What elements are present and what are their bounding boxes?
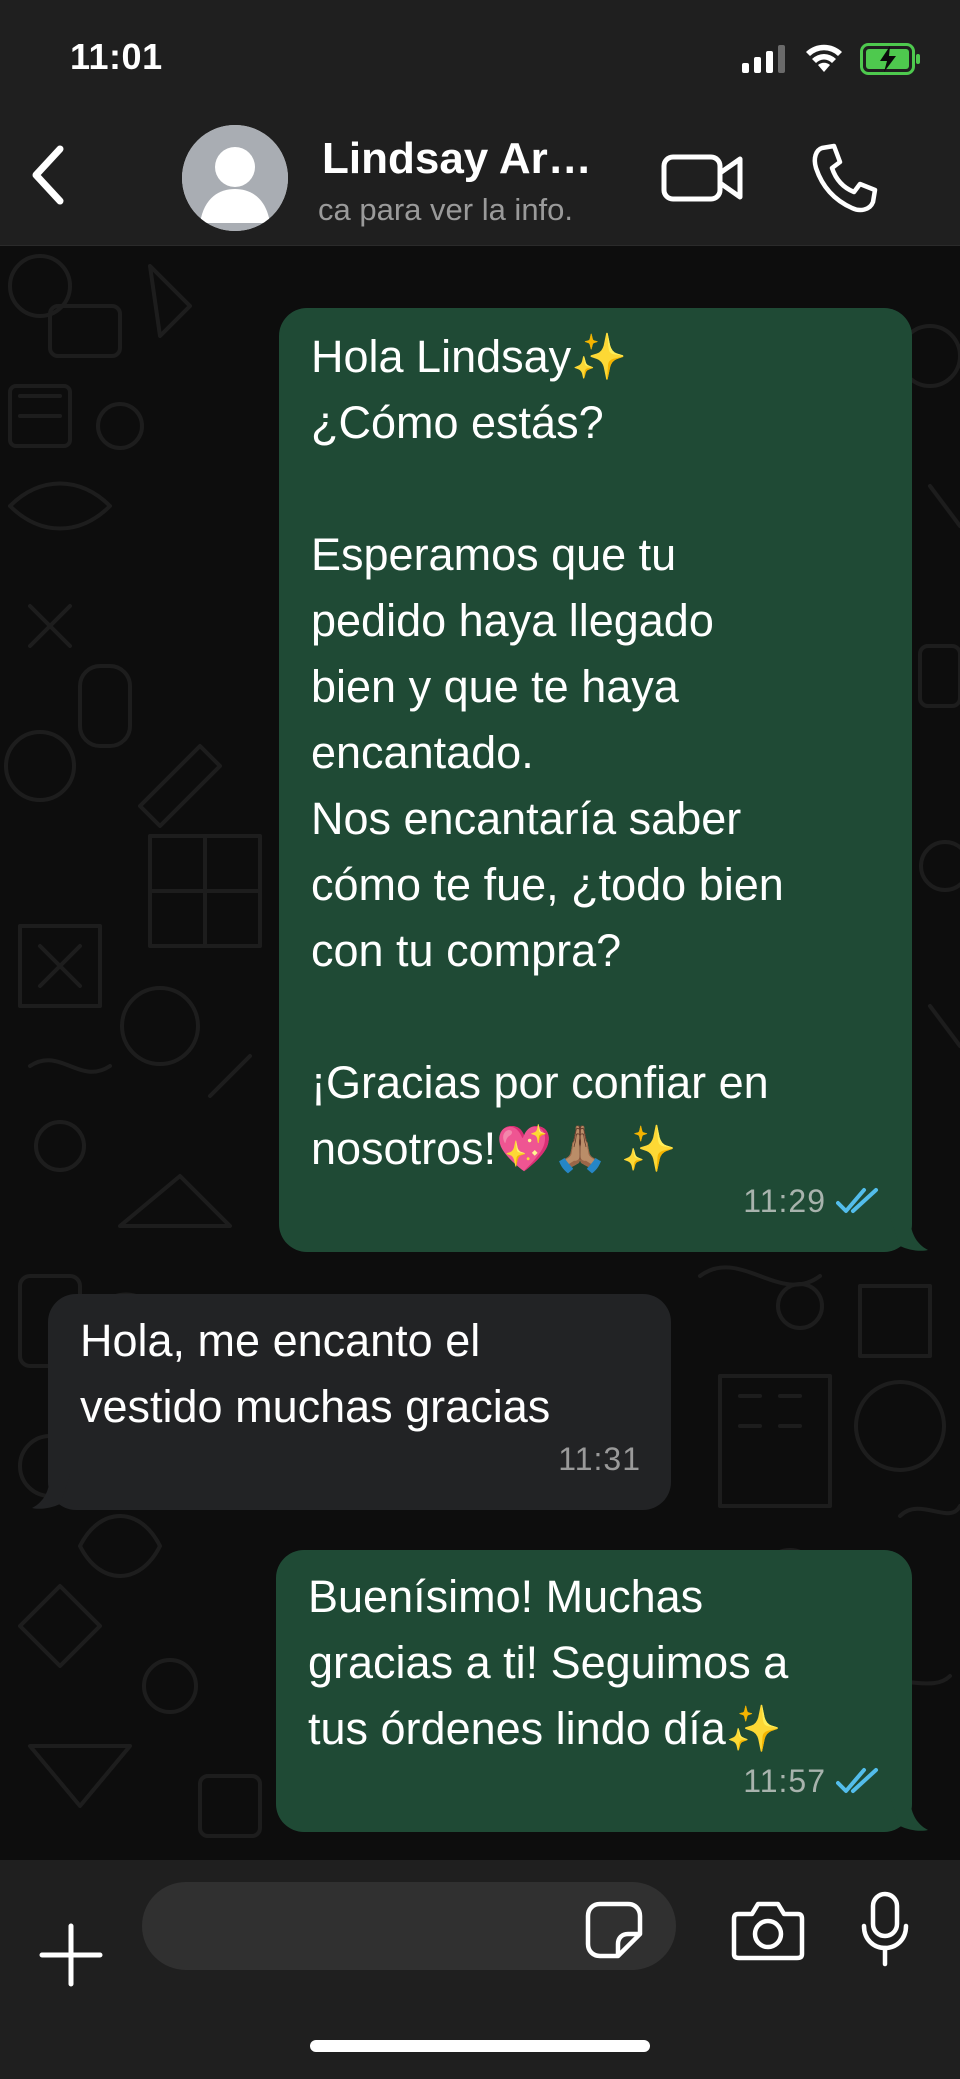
voice-message-button[interactable]	[860, 1890, 910, 1970]
status-time: 11:01	[70, 36, 163, 77]
message-time: 11:31	[558, 1441, 641, 1477]
avatar[interactable]	[182, 125, 288, 231]
message-time: 11:57	[743, 1763, 826, 1799]
microphone-icon	[861, 1891, 909, 1967]
status-icons	[742, 42, 922, 76]
wifi-icon	[806, 44, 842, 72]
message-text: Hola, me encanto el vestido muchas graci…	[80, 1315, 551, 1432]
attach-button[interactable]	[38, 1922, 104, 1988]
double-check-read-icon	[836, 1188, 878, 1213]
sticker-button[interactable]	[584, 1900, 644, 1960]
bubble-tail	[890, 1796, 928, 1831]
voice-call-button[interactable]	[808, 140, 880, 216]
chat-header: 11:01 Lindsay Ar… ca para ver la info.	[0, 0, 960, 246]
battery-charging-icon	[860, 43, 920, 75]
message-meta: 11:57	[743, 1748, 882, 1814]
message-bubble-incoming[interactable]: Hola, me encanto el vestido muchas graci…	[48, 1294, 671, 1510]
bubble-tail	[890, 1216, 928, 1251]
status-bar: 11:01	[0, 0, 960, 110]
default-user-icon	[182, 125, 288, 231]
chat-area[interactable]: Hola Lindsay✨ ¿Cómo estás? Esperamos que…	[0, 246, 960, 1860]
contact-info-hint[interactable]: ca para ver la info.	[318, 192, 638, 228]
chevron-left-icon	[32, 145, 64, 205]
message-text: Buenísimo! Muchas gracias a ti! Seguimos…	[308, 1571, 789, 1754]
video-call-button[interactable]	[660, 145, 746, 211]
plus-icon	[39, 1923, 103, 1987]
message-bubble-outgoing[interactable]: Buenísimo! Muchas gracias a ti! Seguimos…	[276, 1550, 912, 1832]
contact-name[interactable]: Lindsay Ar…	[322, 134, 632, 184]
sticker-icon	[585, 1901, 643, 1959]
message-text: Hola Lindsay✨ ¿Cómo estás? Esperamos que…	[311, 331, 784, 1174]
home-indicator[interactable]	[310, 2040, 650, 2052]
video-camera-icon	[661, 154, 743, 202]
phone-icon	[812, 143, 878, 213]
message-time: 11:29	[743, 1183, 826, 1219]
back-button[interactable]	[18, 140, 78, 210]
chat-nav: Lindsay Ar… ca para ver la info.	[0, 110, 960, 245]
message-bubble-outgoing[interactable]: Hola Lindsay✨ ¿Cómo estás? Esperamos que…	[279, 308, 912, 1252]
cellular-signal-icon	[742, 45, 785, 73]
camera-button[interactable]	[730, 1898, 806, 1964]
message-meta: 11:31	[558, 1426, 641, 1492]
camera-icon	[731, 1901, 805, 1961]
message-meta: 11:29	[743, 1168, 882, 1234]
bubble-tail	[32, 1474, 70, 1509]
double-check-read-icon	[836, 1768, 878, 1793]
